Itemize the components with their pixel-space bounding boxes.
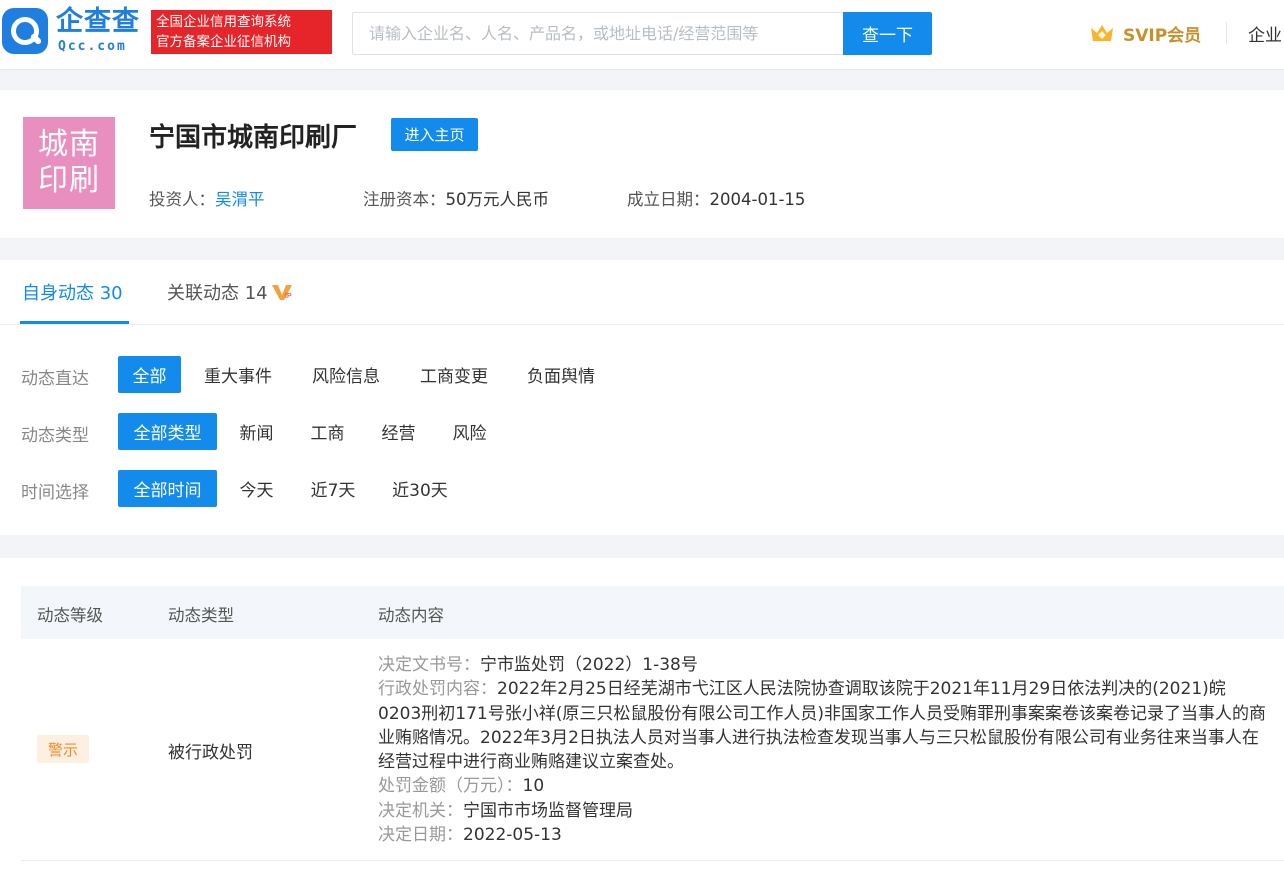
capital-value: 50万元人民币 [445, 190, 550, 209]
tab-related-dynamics-label: 关联动态 14 [167, 283, 268, 304]
tab-related-dynamics[interactable]: 关联动态 14 IP [167, 279, 294, 305]
vip-icon: IP [271, 285, 292, 300]
filter-type-operation[interactable]: 经营 [370, 413, 427, 450]
brand-name[interactable]: 企查查 [56, 6, 140, 38]
filter-label-time: 时间选择 [21, 483, 89, 503]
company-logo: 城南 印刷 [23, 117, 115, 209]
investor-link[interactable]: 吴渭平 [215, 190, 265, 209]
filter-time-7days[interactable]: 近7天 [299, 470, 367, 507]
column-header-content: 动态内容 [378, 606, 444, 625]
filter-type-news[interactable]: 新闻 [228, 413, 285, 450]
decision-authority-value: 宁国市市场监督管理局 [463, 800, 633, 821]
decision-date-value: 2022-05-13 [463, 825, 562, 846]
penalty-amount-label: 处罚金额（万元）： [378, 776, 523, 797]
column-header-level: 动态等级 [37, 606, 103, 625]
filter-time-today[interactable]: 今天 [228, 470, 285, 507]
enterprise-link[interactable]: 企业 [1248, 21, 1282, 46]
decision-doc-value: 宁市监处罚（2022）1-38号 [480, 655, 698, 675]
search-box [352, 12, 844, 55]
investor-info: 投资人：吴渭平 [149, 186, 265, 210]
company-logo-line-2: 印刷 [38, 163, 100, 198]
capital-info: 注册资本：50万元人民币 [363, 186, 549, 210]
company-logo-line-1: 城南 [38, 127, 100, 162]
slogan-line-1: 全国企业信用查询系统 [156, 14, 291, 30]
decision-date: 决定日期：2022-05-13 [378, 823, 1268, 847]
filter-direct-major-events[interactable]: 重大事件 [192, 356, 284, 393]
penalty-content: 行政处罚内容：2022年2月25日经芜湖市弋江区人民法院协查调取该院于2021年… [378, 677, 1268, 774]
decision-authority-label: 决定机关： [378, 800, 463, 821]
brand-domain: Qcc.com [58, 39, 127, 54]
penalty-content-label: 行政处罚内容： [378, 679, 497, 700]
svip-entry[interactable]: SVIP会员 [1089, 21, 1202, 46]
qcc-logo-icon[interactable] [2, 8, 48, 54]
filter-type-business[interactable]: 工商 [299, 413, 356, 450]
founded-label: 成立日期： [627, 190, 710, 209]
column-header-type: 动态类型 [168, 606, 234, 625]
row-divider [21, 860, 1284, 861]
filter-direct-business-change[interactable]: 工商变更 [408, 356, 500, 393]
filter-time-all[interactable]: 全部时间 [118, 470, 217, 507]
decision-authority: 决定机关：宁国市市场监督管理局 [378, 799, 1268, 823]
decision-doc-number: 决定文书号：宁市监处罚（2022）1-38号 [378, 653, 1268, 677]
decision-date-label: 决定日期： [378, 825, 463, 846]
penalty-amount: 处罚金额（万元）：10 [378, 774, 1268, 798]
penalty-amount-value: 10 [522, 776, 545, 797]
filter-time-30days[interactable]: 近30天 [380, 470, 460, 507]
tab-divider [0, 324, 1284, 325]
filter-type-risk[interactable]: 风险 [441, 413, 498, 450]
founded-info: 成立日期：2004-01-15 [627, 186, 805, 210]
slogan-badge: 全国企业信用查询系统 官方备案企业征信机构 [151, 10, 332, 54]
search-input[interactable] [353, 13, 844, 54]
company-name[interactable]: 宁国市城南印刷厂 [149, 117, 357, 154]
founded-value: 2004-01-15 [709, 190, 806, 209]
filter-type-all[interactable]: 全部类型 [118, 413, 217, 450]
investor-label: 投资人： [149, 190, 215, 209]
table-header: 动态等级 动态类型 动态内容 [21, 586, 1284, 639]
tab-self-dynamics[interactable]: 自身动态 30 [22, 279, 123, 305]
warning-level-badge: 警示 [37, 735, 89, 763]
filter-direct-negative-news[interactable]: 负面舆情 [515, 356, 607, 393]
dynamics-filter-panel: 自身动态 30 关联动态 14 IP 动态直达 全部 重大事件 风险信息 工商变… [0, 260, 1284, 535]
top-navigation-bar: 企查查 Qcc.com 全国企业信用查询系统 官方备案企业征信机构 查一下 SV… [0, 0, 1284, 70]
enter-homepage-button[interactable]: 进入主页 [391, 118, 478, 151]
dynamics-table: 动态等级 动态类型 动态内容 警示 被行政处罚 决定文书号：宁市监处罚（2022… [0, 558, 1284, 882]
dynamic-content-cell: 决定文书号：宁市监处罚（2022）1-38号 行政处罚内容：2022年2月25日… [378, 653, 1268, 847]
dynamic-type-cell: 被行政处罚 [168, 743, 253, 763]
penalty-content-value: 2022年2月25日经芜湖市弋江区人民法院协查调取该院于2021年11月29日依… [378, 679, 1266, 773]
search-button[interactable]: 查一下 [843, 12, 932, 55]
filter-label-type: 动态类型 [21, 426, 89, 446]
filter-direct-risk-info[interactable]: 风险信息 [300, 356, 392, 393]
decision-doc-label: 决定文书号： [378, 655, 480, 675]
company-header-card: 城南 印刷 宁国市城南印刷厂 进入主页 投资人：吴渭平 注册资本：50万元人民币… [0, 90, 1284, 238]
divider [1226, 22, 1227, 44]
crown-icon [1091, 25, 1113, 41]
filter-label-direct: 动态直达 [21, 369, 89, 389]
filter-direct-all[interactable]: 全部 [118, 356, 181, 393]
svg-text:IP: IP [285, 293, 292, 300]
capital-label: 注册资本： [363, 190, 446, 209]
svip-label: SVIP会员 [1123, 25, 1202, 46]
slogan-line-2: 官方备案企业征信机构 [156, 34, 291, 50]
